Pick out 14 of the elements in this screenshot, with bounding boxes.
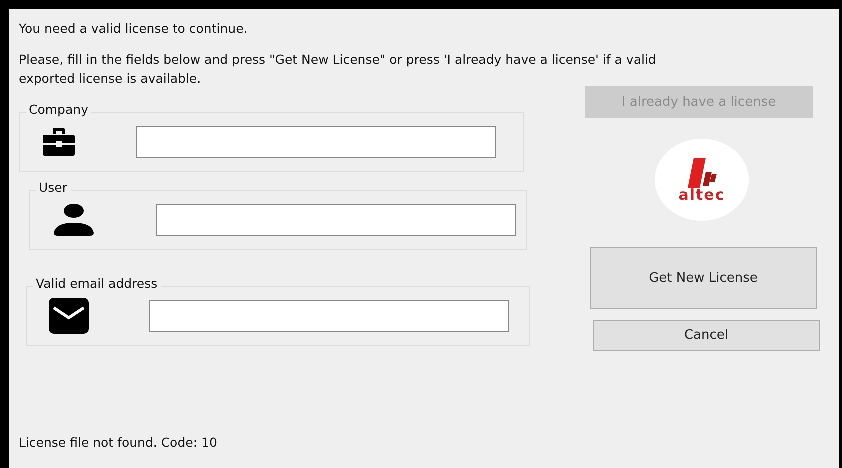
logo-icon <box>686 158 718 188</box>
user-field[interactable] <box>156 204 516 236</box>
person-icon <box>52 203 96 237</box>
cancel-button[interactable]: Cancel <box>593 320 820 351</box>
status-text: License file not found. Code: 10 <box>19 434 218 452</box>
get-new-license-button[interactable]: Get New License <box>590 247 817 309</box>
logo-text: altec <box>678 188 726 202</box>
envelope-icon <box>49 298 89 334</box>
instructions-text: Please, fill in the fields below and press "Get New License" or press 'I already have a license' if a valid exported license is available. <box>19 51 658 88</box>
briefcase-icon <box>42 126 76 158</box>
intro-text: You need a valid license to continue. <box>19 20 249 38</box>
email-field[interactable] <box>149 300 509 332</box>
field-label: Company <box>26 102 92 118</box>
company-field[interactable] <box>136 126 496 158</box>
